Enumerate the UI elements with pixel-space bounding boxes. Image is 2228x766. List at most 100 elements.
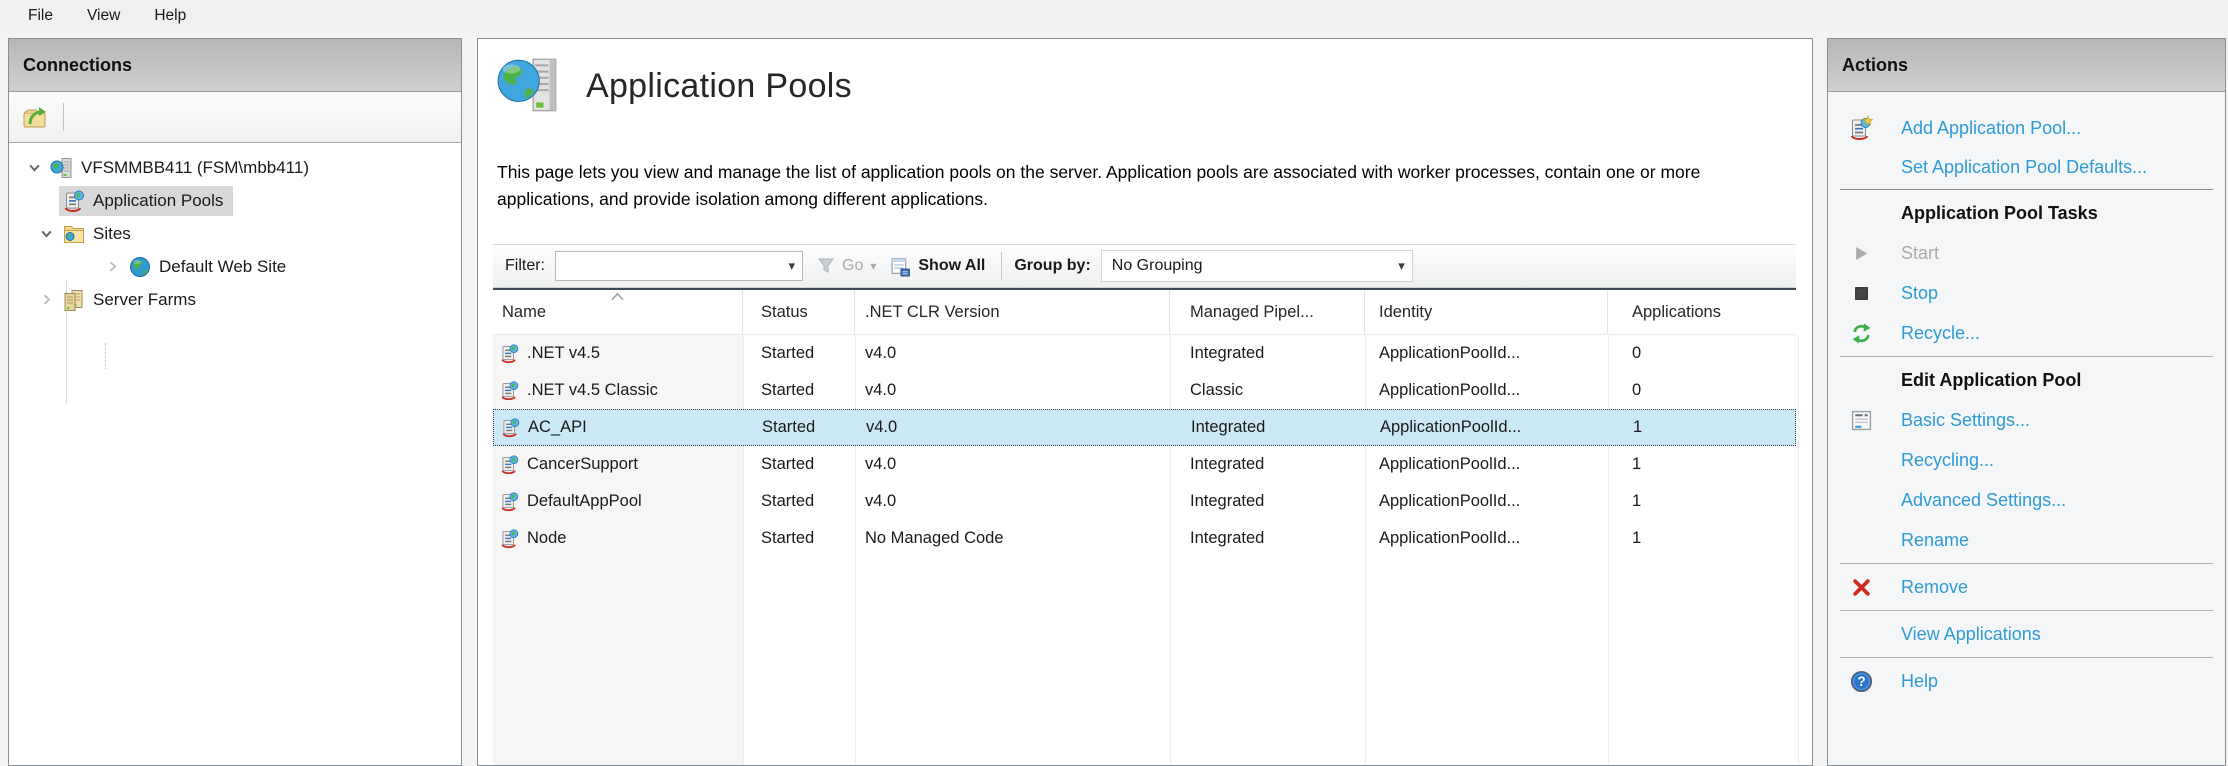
start-icon: [1853, 245, 1870, 262]
pool-clr-version: v4.0: [855, 335, 1170, 372]
pool-status: Started: [743, 446, 855, 483]
menu-help[interactable]: Help: [137, 0, 203, 32]
pool-status: Started: [743, 520, 855, 557]
menu-bar: File View Help: [0, 0, 2228, 32]
create-connection-icon[interactable]: [21, 104, 48, 131]
server-icon: [50, 156, 74, 180]
toolbar-separator: [1001, 252, 1002, 280]
table-row[interactable]: DefaultAppPool Started v4.0 Integrated A…: [493, 483, 1796, 520]
page-description: This page lets you view and manage the l…: [497, 159, 1784, 213]
tree-item-label: Default Web Site: [159, 257, 286, 277]
connections-toolbar: [9, 92, 461, 143]
filter-funnel-icon[interactable]: [817, 257, 835, 275]
tree-item-server[interactable]: VFSMMBB411 (FSM\mbb411): [9, 151, 461, 184]
filter-toolbar: Filter: ▾ Go ▾: [493, 244, 1796, 288]
action-set-app-pool-defaults[interactable]: Set Application Pool Defaults...: [1828, 148, 2225, 186]
column-header-status[interactable]: Status: [743, 290, 855, 334]
go-dropdown-arrow[interactable]: ▾: [870, 259, 876, 273]
go-button[interactable]: Go: [842, 257, 863, 275]
recycle-icon: [1851, 323, 1872, 344]
pool-identity: ApplicationPoolId...: [1365, 446, 1608, 483]
group-by-dropdown-arrow[interactable]: ▾: [1391, 258, 1412, 274]
pool-clr-version: v4.0: [855, 446, 1170, 483]
stop-icon: [1853, 285, 1870, 302]
tree-item-application-pools[interactable]: Application Pools: [9, 184, 461, 217]
action-rename[interactable]: Rename: [1828, 520, 2225, 560]
filter-combo[interactable]: ▾: [555, 251, 803, 281]
app-pool-icon: [499, 491, 520, 512]
pool-pipeline-mode: Integrated: [1170, 520, 1365, 557]
action-recycle[interactable]: Recycle...: [1828, 313, 2225, 353]
chevron-right-icon[interactable]: [33, 287, 59, 313]
filter-dropdown-arrow[interactable]: ▾: [781, 258, 802, 274]
group-by-combo[interactable]: No Grouping ▾: [1101, 250, 1413, 282]
action-view-applications[interactable]: View Applications: [1828, 614, 2225, 654]
app-pool-icon: [499, 380, 520, 401]
chevron-down-icon[interactable]: [21, 155, 47, 181]
table-row-selected[interactable]: AC_API Started v4.0 Integrated Applicati…: [493, 409, 1796, 446]
pool-identity: ApplicationPoolId...: [1365, 372, 1608, 409]
column-header-managed-pipeline[interactable]: Managed Pipel...: [1170, 290, 1365, 334]
pool-status: Started: [743, 372, 855, 409]
pool-applications-count: 0: [1608, 335, 1796, 372]
actions-divider: [1840, 563, 2213, 564]
table-row[interactable]: .NET v4.5 Classic Started v4.0 Classic A…: [493, 372, 1796, 409]
action-recycling[interactable]: Recycling...: [1828, 440, 2225, 480]
action-start[interactable]: Start: [1828, 233, 2225, 273]
show-all-button[interactable]: Show All: [890, 256, 985, 277]
pool-applications-count: 1: [1609, 410, 1795, 445]
basic-settings-icon: [1850, 409, 1873, 432]
chevron-right-icon[interactable]: [99, 254, 125, 280]
go-filter-group: Go ▾: [817, 257, 876, 275]
connections-tree: VFSMMBB411 (FSM\mbb411) Application Pool…: [9, 143, 461, 316]
pool-name: AC_API: [528, 418, 587, 437]
tree-item-label: Server Farms: [93, 290, 196, 310]
column-header-applications[interactable]: Applications: [1608, 290, 1796, 334]
pool-identity: ApplicationPoolId...: [1365, 483, 1608, 520]
pool-pipeline-mode: Integrated: [1170, 335, 1365, 372]
table-row[interactable]: .NET v4.5 Started v4.0 Integrated Applic…: [493, 335, 1796, 372]
tree-item-label: Sites: [93, 224, 131, 244]
filter-input[interactable]: [556, 252, 781, 280]
action-help[interactable]: ? Help: [1828, 661, 2225, 701]
pool-clr-version: v4.0: [855, 372, 1170, 409]
actions-header: Actions: [1828, 39, 2225, 92]
filter-label: Filter:: [505, 257, 545, 275]
toolbar-separator: [63, 103, 64, 131]
help-icon: ?: [1850, 670, 1873, 693]
action-stop[interactable]: Stop: [1828, 273, 2225, 313]
pool-clr-version: No Managed Code: [855, 520, 1170, 557]
action-advanced-settings[interactable]: Advanced Settings...: [1828, 480, 2225, 520]
action-remove[interactable]: Remove: [1828, 567, 2225, 607]
column-header-clr-version[interactable]: .NET CLR Version: [855, 290, 1170, 334]
connections-header: Connections: [9, 39, 461, 92]
menu-file[interactable]: File: [11, 0, 70, 32]
app-pool-icon: [499, 343, 520, 364]
table-row[interactable]: Node Started No Managed Code Integrated …: [493, 520, 1796, 557]
pool-name: .NET v4.5 Classic: [527, 381, 658, 400]
app-pool-icon: [499, 528, 520, 549]
add-app-pool-icon: [1848, 115, 1874, 141]
app-pools-list: Filter: ▾ Go ▾: [493, 244, 1796, 765]
table-row[interactable]: CancerSupport Started v4.0 Integrated Ap…: [493, 446, 1796, 483]
actions-title: Actions: [1842, 55, 1908, 76]
show-all-label: Show All: [918, 257, 985, 275]
app-pool-icon: [499, 454, 520, 475]
sort-ascending-icon: [611, 292, 624, 301]
pool-status: Started: [743, 335, 855, 372]
tree-item-sites[interactable]: Sites: [9, 217, 461, 250]
column-header-identity[interactable]: Identity: [1365, 290, 1608, 334]
pool-status: Started: [744, 410, 856, 445]
action-basic-settings[interactable]: Basic Settings...: [1828, 400, 2225, 440]
page-title: Application Pools: [586, 67, 852, 106]
content-panel: Application Pools This page lets you vie…: [477, 38, 1813, 766]
tree-item-default-web-site[interactable]: Default Web Site: [9, 250, 461, 283]
action-add-application-pool[interactable]: Add Application Pool...: [1828, 108, 2225, 148]
section-edit-application-pool: Edit Application Pool: [1828, 360, 2225, 400]
svg-text:?: ?: [1857, 674, 1865, 689]
tree-item-server-farms[interactable]: Server Farms: [9, 283, 461, 316]
group-by-label: Group by:: [1014, 257, 1090, 275]
chevron-down-icon[interactable]: [33, 221, 59, 247]
menu-view[interactable]: View: [70, 0, 137, 32]
remove-icon: [1852, 578, 1871, 597]
